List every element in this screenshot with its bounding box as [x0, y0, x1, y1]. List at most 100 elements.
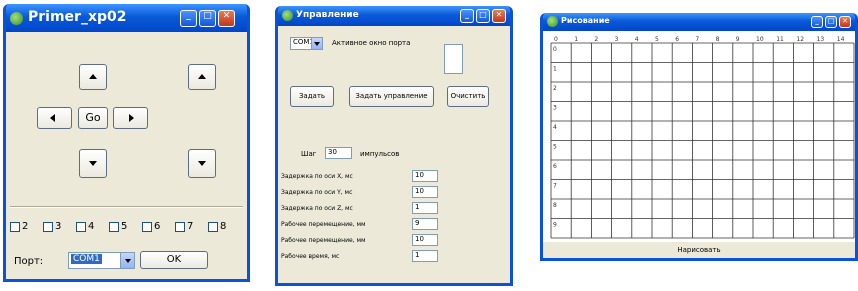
steps-unit-label: импульсов — [360, 150, 400, 158]
param-label: Задержка по оси Z, мс — [281, 205, 353, 212]
grid-col-label: 2 — [594, 36, 598, 43]
grid-row-label: 7 — [553, 183, 557, 190]
set-button[interactable]: Задать — [290, 86, 334, 107]
params-list: Задержка по оси X, мс 10 Задержка по оси… — [281, 170, 510, 270]
draw-button-label[interactable]: Нарисовать — [677, 246, 720, 254]
checkbox-3[interactable] — [43, 222, 53, 232]
checkbox-label-3: 3 — [55, 221, 62, 232]
grid-row-label: 4 — [553, 124, 557, 131]
title-bar[interactable]: Управление _ □ ✕ — [278, 6, 510, 26]
grid-row-label: 2 — [553, 85, 557, 92]
footer-bar: Нарисовать — [543, 242, 855, 258]
param-value: 1 — [415, 251, 420, 259]
param-label: Рабочее перемещение, мм — [281, 237, 366, 244]
minimize-button[interactable]: _ — [460, 9, 474, 23]
port-select[interactable]: COM1 — [68, 252, 135, 269]
close-button[interactable]: ✕ — [839, 16, 851, 28]
set-button-label: Задать — [298, 92, 326, 100]
param-input[interactable]: 10 — [412, 170, 438, 182]
port-combo-dropdown[interactable] — [311, 38, 322, 49]
app-icon — [547, 16, 558, 27]
grid-col-label: 12 — [796, 36, 804, 43]
down-button-right[interactable] — [188, 149, 216, 178]
grid-col-label: 0 — [554, 36, 558, 43]
checkbox-label-2: 2 — [22, 221, 29, 232]
window-title: Рисование — [561, 16, 610, 25]
active-port-label: Активное окно порта — [332, 39, 411, 47]
param-row: Рабочее перемещение, мм 10 — [281, 234, 510, 248]
port-combo[interactable]: COM1 — [290, 37, 323, 50]
port-select-value: COM1 — [71, 254, 102, 264]
close-button[interactable]: ✕ — [218, 10, 235, 27]
set-control-button-label: Задать управление — [355, 92, 428, 100]
checkbox-4[interactable] — [76, 222, 86, 232]
param-input[interactable]: 9 — [412, 218, 438, 230]
maximize-button[interactable]: □ — [825, 16, 837, 28]
param-input[interactable]: 10 — [412, 186, 438, 198]
title-bar[interactable]: Primer_xp02 _ □ ✕ — [6, 4, 247, 32]
checkbox-8[interactable] — [208, 222, 218, 232]
app-icon — [10, 12, 23, 25]
param-row: Задержка по оси X, мс 10 — [281, 170, 510, 184]
grid-col-label: 10 — [756, 36, 764, 43]
left-button[interactable] — [37, 107, 72, 129]
maximize-button[interactable]: □ — [476, 9, 490, 23]
grid-col-label: 6 — [675, 36, 679, 43]
param-label: Рабочее время, мс — [281, 253, 340, 260]
clear-button-label: Очистить — [450, 92, 486, 100]
arrow-up-icon — [89, 74, 97, 79]
checkbox-5[interactable] — [109, 222, 119, 232]
set-control-button[interactable]: Задать управление — [349, 86, 434, 107]
grid-col-label: 11 — [776, 36, 784, 43]
right-button[interactable] — [113, 107, 148, 129]
status-indicator-box — [444, 44, 463, 74]
checkbox-label-6: 6 — [154, 221, 161, 232]
steps-input[interactable]: 30 — [325, 147, 352, 159]
maximize-button[interactable]: □ — [199, 10, 216, 27]
checkbox-label-5: 5 — [121, 221, 128, 232]
checkbox-row: 2 3 4 5 6 7 8 — [10, 221, 246, 235]
up-button[interactable] — [79, 64, 107, 90]
param-row: Задержка по оси Z, мс 1 — [281, 202, 510, 216]
param-input[interactable]: 1 — [412, 202, 438, 214]
param-value: 9 — [415, 219, 420, 227]
grid-col-label: 3 — [615, 36, 619, 43]
grid-col-label: 8 — [716, 36, 720, 43]
param-value: 10 — [415, 187, 424, 195]
param-input[interactable]: 1 — [412, 250, 438, 262]
grid-row-label: 5 — [553, 144, 557, 151]
title-bar[interactable]: Рисование _ □ ✕ — [543, 13, 855, 31]
separator — [10, 206, 243, 208]
grid-row-label: 6 — [553, 163, 557, 170]
grid-row-label: 3 — [553, 105, 557, 112]
param-row: Рабочее время, мс 1 — [281, 250, 510, 264]
grid-col-label: 13 — [817, 36, 825, 43]
minimize-button[interactable]: _ — [180, 10, 197, 27]
ok-button-label: OK — [166, 254, 182, 265]
go-button-label: Go — [85, 111, 101, 124]
drawing-grid[interactable]: 0 1 2 3 4 5 6 7 8 9 10 11 12 13 140123456789 — [543, 31, 855, 242]
chevron-down-icon — [314, 42, 320, 46]
port-dropdown-button[interactable] — [120, 253, 134, 268]
down-button[interactable] — [79, 149, 107, 178]
ok-button[interactable]: OK — [140, 251, 208, 269]
go-button[interactable]: Go — [78, 107, 108, 129]
checkbox-2[interactable] — [10, 222, 20, 232]
param-value: 10 — [415, 235, 424, 243]
window-title: Управление — [296, 10, 359, 20]
grid-col-label: 1 — [574, 36, 578, 43]
checkbox-label-7: 7 — [187, 221, 194, 232]
steps-input-value: 30 — [328, 148, 337, 156]
up-button-right[interactable] — [188, 64, 216, 90]
close-button[interactable]: ✕ — [492, 9, 506, 23]
minimize-button[interactable]: _ — [811, 16, 823, 28]
grid-col-label: 9 — [736, 36, 740, 43]
param-row: Задержка по оси Y, мс 10 — [281, 186, 510, 200]
param-input[interactable]: 10 — [412, 234, 438, 246]
clear-button[interactable]: Очистить — [447, 86, 489, 107]
checkbox-6[interactable] — [142, 222, 152, 232]
param-value: 1 — [415, 203, 420, 211]
grid-row-label: 9 — [553, 222, 557, 229]
checkbox-7[interactable] — [175, 222, 185, 232]
window-primer: Primer_xp02 _ □ ✕ Go 2 3 4 5 6 7 8 Порт:… — [3, 4, 250, 282]
